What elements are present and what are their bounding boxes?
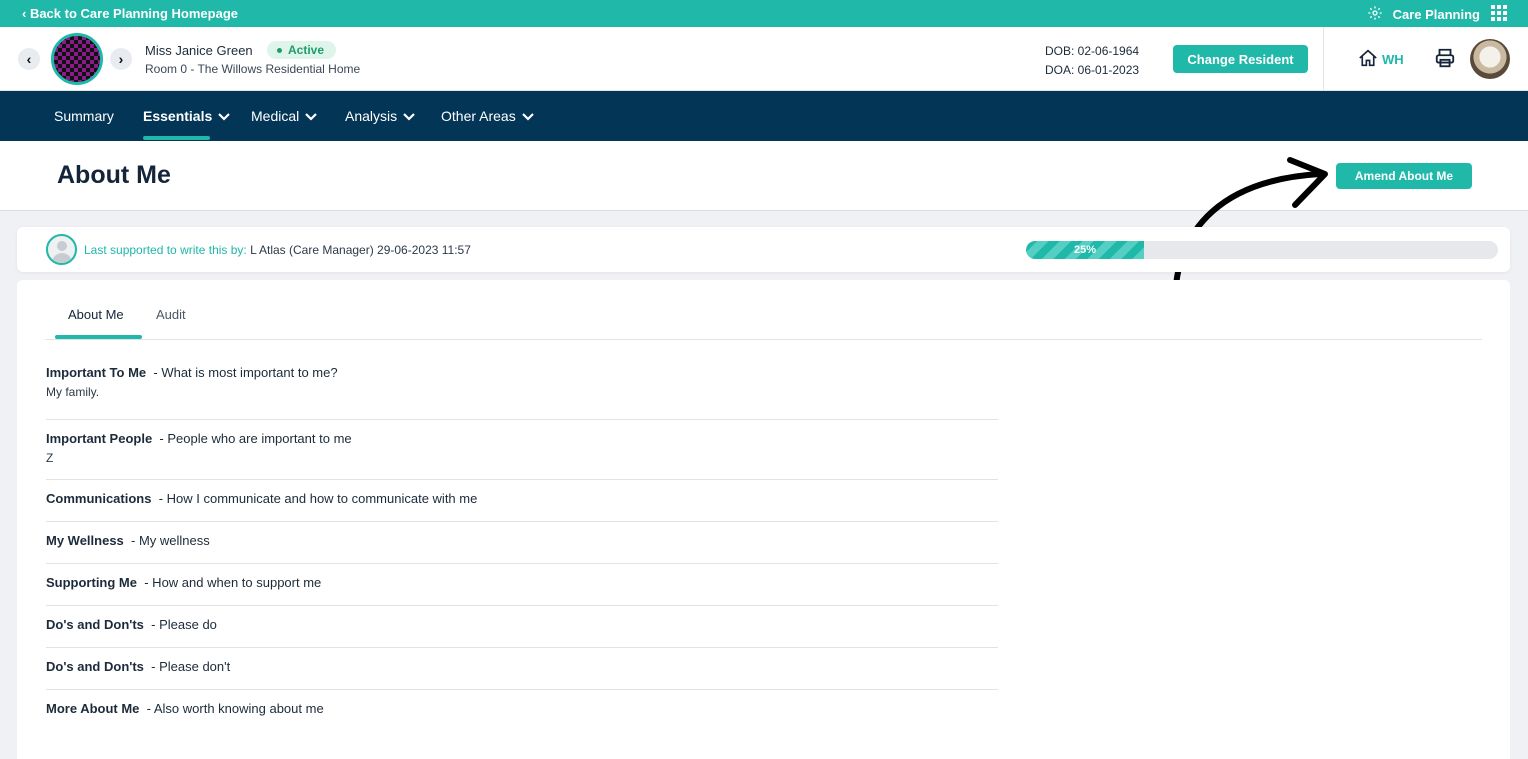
resident-room: Room 0 - The Willows Residential Home bbox=[145, 62, 361, 76]
amend-about-me-button[interactable]: Amend About Me bbox=[1336, 163, 1472, 189]
back-to-homepage-link[interactable]: ‹ Back to Care Planning Homepage bbox=[22, 6, 238, 21]
print-button[interactable] bbox=[1434, 47, 1456, 74]
section-prompt: - How and when to support me bbox=[144, 575, 322, 590]
section-content: Z bbox=[46, 451, 54, 465]
section-title: Supporting Me bbox=[46, 575, 137, 590]
section-prompt: - My wellness bbox=[131, 533, 210, 548]
section-heading: Do's and Don'ts - Please don't bbox=[46, 658, 998, 675]
about-me-section: Supporting Me - How and when to support … bbox=[46, 564, 998, 606]
section-title: Important To Me bbox=[46, 365, 147, 380]
user-placeholder-icon bbox=[46, 234, 77, 265]
nav-active-indicator bbox=[143, 136, 210, 140]
section-heading: More About Me - Also worth knowing about… bbox=[46, 700, 998, 717]
top-bar-right: Care Planning bbox=[1367, 4, 1508, 25]
section-prompt: - Also worth knowing about me bbox=[146, 701, 324, 716]
section-prompt: - Please do bbox=[151, 617, 217, 632]
section-title: Important People bbox=[46, 431, 153, 446]
last-supported-label: Last supported to write this by: bbox=[84, 243, 247, 257]
section-heading: My Wellness - My wellness bbox=[46, 532, 998, 549]
chevron-right-icon: › bbox=[118, 51, 124, 67]
section-prompt: - What is most important to me? bbox=[153, 365, 338, 380]
chevron-down-icon bbox=[218, 108, 231, 124]
nav-other-areas[interactable]: Other Areas bbox=[441, 108, 534, 124]
status-dot-icon bbox=[277, 47, 282, 53]
nav-summary-label: Summary bbox=[54, 108, 114, 124]
section-heading: Important People - People who are import… bbox=[46, 430, 998, 447]
home-selector[interactable]: WH bbox=[1358, 49, 1404, 70]
section-title: Do's and Don'ts bbox=[46, 659, 144, 674]
date-of-birth: DOB: 02-06-1964 bbox=[1045, 44, 1140, 58]
progress-fill: 25% bbox=[1026, 241, 1144, 259]
home-icon bbox=[1358, 49, 1378, 70]
last-supported-value: L Atlas (Care Manager) 29-06-2023 11:57 bbox=[250, 243, 471, 257]
about-me-section: My Wellness - My wellness bbox=[46, 522, 998, 564]
resident-avatar bbox=[51, 33, 103, 85]
nav-analysis[interactable]: Analysis bbox=[345, 108, 415, 124]
section-content: My family. bbox=[46, 385, 100, 399]
resident-dates: DOB: 02-06-1964 DOA: 06-01-2023 bbox=[1045, 42, 1139, 80]
tab-about-me[interactable]: About Me bbox=[68, 307, 124, 322]
settings-gear-icon[interactable] bbox=[1367, 5, 1383, 24]
nav-essentials-label: Essentials bbox=[143, 108, 213, 124]
chevron-down-icon bbox=[403, 108, 415, 124]
chevron-down-icon bbox=[305, 108, 318, 124]
section-heading: Communications - How I communicate and h… bbox=[46, 490, 998, 507]
nav-other-areas-label: Other Areas bbox=[441, 108, 516, 124]
section-prompt: - People who are important to me bbox=[159, 431, 352, 446]
chevron-down-icon bbox=[521, 108, 534, 124]
about-me-sections: Important To Me - What is most important… bbox=[46, 360, 998, 732]
tab-audit[interactable]: Audit bbox=[156, 307, 186, 322]
status-badge: Active bbox=[267, 41, 337, 59]
change-resident-button[interactable]: Change Resident bbox=[1173, 45, 1308, 73]
nav-analysis-label: Analysis bbox=[345, 108, 398, 124]
section-heading: Supporting Me - How and when to support … bbox=[46, 574, 998, 591]
about-me-section: Do's and Don'ts - Please don't bbox=[46, 648, 998, 690]
section-title: Do's and Don'ts bbox=[46, 617, 144, 632]
about-me-section: More About Me - Also worth knowing about… bbox=[46, 690, 998, 732]
main-nav: Summary Essentials Medical Analysis Othe… bbox=[0, 91, 1528, 141]
section-prompt: - Please don't bbox=[151, 659, 231, 674]
nav-medical-label: Medical bbox=[251, 108, 300, 124]
status-label: Active bbox=[288, 43, 325, 57]
nav-essentials[interactable]: Essentials bbox=[143, 108, 231, 124]
section-title: Communications bbox=[46, 491, 152, 506]
nav-medical[interactable]: Medical bbox=[251, 108, 318, 124]
page-title: About Me bbox=[57, 161, 171, 189]
tab-bar: About Me Audit bbox=[45, 280, 1482, 340]
tab-active-indicator bbox=[55, 335, 142, 339]
header-divider bbox=[1323, 27, 1324, 90]
section-title: More About Me bbox=[46, 701, 140, 716]
resident-name: Miss Janice Green bbox=[145, 43, 253, 58]
completion-progress-bar: 25% bbox=[1026, 241, 1498, 259]
support-card: Last supported to write this by: L Atlas… bbox=[17, 227, 1510, 272]
about-me-section: Do's and Don'ts - Please do bbox=[46, 606, 998, 648]
app-grid-icon[interactable] bbox=[1490, 4, 1508, 25]
last-supported-text: Last supported to write this by: L Atlas… bbox=[84, 243, 471, 257]
nav-summary[interactable]: Summary bbox=[54, 108, 114, 124]
printer-icon bbox=[1434, 48, 1456, 73]
top-bar: ‹ Back to Care Planning Homepage Care Pl… bbox=[0, 0, 1528, 27]
about-me-section: Communications - How I communicate and h… bbox=[46, 480, 998, 522]
chevron-left-icon: ‹ bbox=[26, 51, 32, 67]
about-me-card: About Me Audit Important To Me - What is… bbox=[17, 280, 1510, 759]
about-me-section: Important People - People who are import… bbox=[46, 420, 998, 480]
user-avatar[interactable] bbox=[1470, 39, 1510, 79]
next-resident-button[interactable]: › bbox=[110, 48, 132, 70]
section-prompt: - How I communicate and how to communica… bbox=[158, 491, 478, 506]
previous-resident-button[interactable]: ‹ bbox=[18, 48, 40, 70]
section-heading: Important To Me - What is most important… bbox=[46, 364, 998, 381]
app-name[interactable]: Care Planning bbox=[1393, 7, 1480, 22]
section-title: My Wellness bbox=[46, 533, 124, 548]
about-me-section: Important To Me - What is most important… bbox=[46, 360, 998, 420]
date-of-admission: DOA: 06-01-2023 bbox=[1045, 63, 1140, 77]
resident-header: ‹ › Miss Janice Green Active Room 0 - Th… bbox=[0, 27, 1528, 91]
home-code: WH bbox=[1382, 52, 1404, 67]
section-heading: Do's and Don'ts - Please do bbox=[46, 616, 998, 633]
